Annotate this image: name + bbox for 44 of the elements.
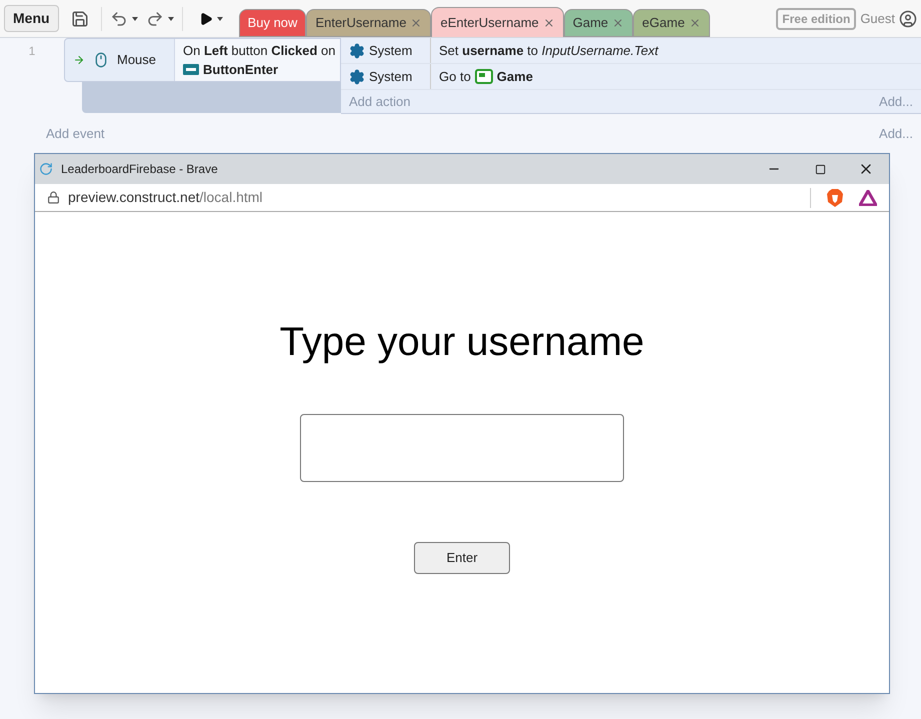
- tab[interactable]: Buy now: [238, 9, 306, 37]
- condition-block[interactable]: Mouse On Left button Clicked on ButtonEnter: [64, 38, 341, 82]
- page-heading: Type your username: [280, 319, 644, 366]
- condition-text: On Left button Clicked on: [183, 42, 337, 60]
- object-name: System: [369, 68, 412, 86]
- lion-shield-icon[interactable]: [827, 188, 843, 206]
- caret-icon[interactable]: [216, 16, 223, 20]
- action-row[interactable]: System Set username to InputUsername.Text: [341, 38, 921, 64]
- maximize-icon[interactable]: [814, 164, 826, 174]
- button-object-icon: [183, 64, 199, 76]
- app-icon: [39, 162, 53, 176]
- layout-name: Game: [496, 68, 533, 86]
- trigger-arrow-icon: [73, 54, 85, 66]
- gear-icon: [349, 68, 365, 84]
- object-name: Mouse: [117, 51, 156, 70]
- layout-icon: [474, 69, 493, 84]
- edition-badge: Free edition: [776, 8, 856, 30]
- user-name: Guest: [860, 10, 895, 28]
- redo-icon[interactable]: [146, 10, 164, 28]
- lock-icon: [47, 191, 60, 204]
- gear-icon: [349, 42, 365, 58]
- save-icon[interactable]: [70, 10, 89, 28]
- mouse-icon: [93, 52, 109, 68]
- caret-icon[interactable]: [132, 16, 138, 20]
- tab[interactable]: eEnterUsername: [431, 7, 564, 37]
- tab[interactable]: EnterUsername: [306, 9, 432, 37]
- event-number: 1: [28, 43, 36, 60]
- object-name: ButtonEnter: [203, 61, 278, 79]
- menu-button[interactable]: Menu: [4, 5, 59, 32]
- tab[interactable]: eGame: [633, 9, 710, 37]
- enter-button[interactable]: Enter: [414, 542, 510, 574]
- username-field[interactable]: [300, 414, 624, 482]
- action-text: Go to: [439, 68, 471, 86]
- object-name: System: [369, 42, 412, 60]
- play-icon[interactable]: [198, 12, 213, 26]
- caret-icon[interactable]: [168, 16, 174, 20]
- window-title: LeaderboardFirebase - Brave: [61, 161, 218, 178]
- triangle-icon[interactable]: [859, 190, 877, 206]
- action-text: Set username to InputUsername.Text: [439, 42, 658, 60]
- address-bar[interactable]: preview.construct.net/local.html: [68, 187, 263, 208]
- action-row[interactable]: System Go to Game: [341, 64, 921, 90]
- user-icon[interactable]: [899, 10, 917, 28]
- tab[interactable]: Game: [564, 9, 634, 37]
- undo-icon[interactable]: [110, 10, 128, 28]
